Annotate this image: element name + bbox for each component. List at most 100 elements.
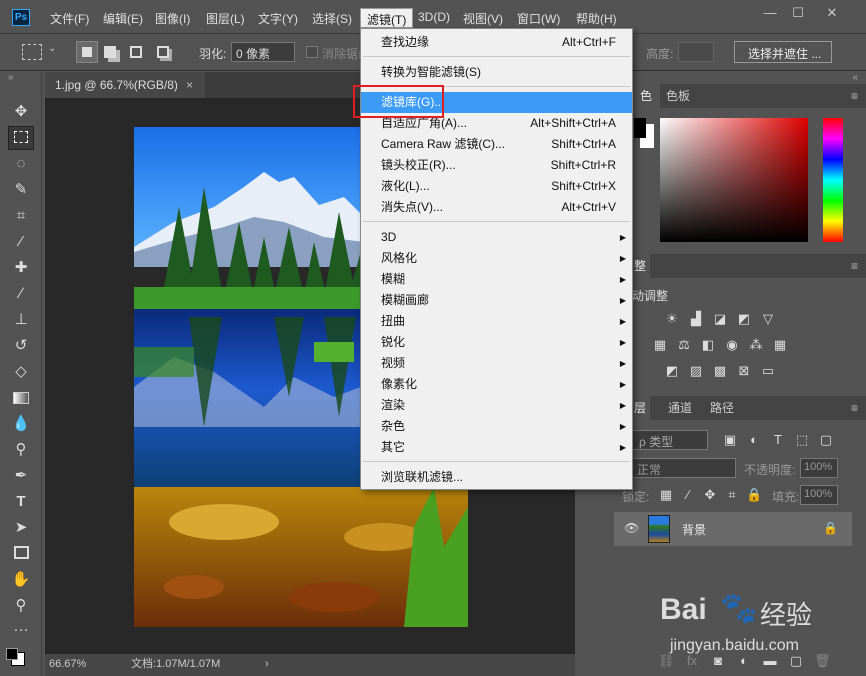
select-and-mask-button[interactable]: 选择并遮住 ... [734,41,832,63]
menu-3d[interactable]: 3D(D) [418,10,450,24]
menu-item-lens-correction[interactable]: 镜头校正(R)... Shift+Ctrl+R [361,155,632,176]
channel-mixer-icon[interactable]: ⁂ [748,338,764,352]
crop-tool-icon[interactable]: ⌗ [10,206,32,226]
menu-item-vanishing-point[interactable]: 消失点(V)... Alt+Ctrl+V [361,197,632,218]
photo-filter-icon[interactable]: ◉ [724,338,740,352]
menu-item-3d[interactable]: 3D ▶ [361,227,632,248]
menu-item-liquify[interactable]: 液化(L)... Shift+Ctrl+X [361,176,632,197]
tab-layers[interactable]: 层 [630,396,651,420]
menu-filter[interactable]: 滤镜(T) [360,8,414,28]
height-input[interactable] [678,42,714,62]
menu-item-video[interactable]: 视频 ▶ [361,353,632,374]
color-lookup-icon[interactable]: ▦ [772,338,788,352]
menu-window[interactable]: 窗口(W) [517,10,560,27]
filter-adjust-icon[interactable]: ◐ [746,433,762,447]
menu-item-sharpen[interactable]: 锐化 ▶ [361,332,632,353]
collapse-panels-icon[interactable]: « [852,72,858,83]
menu-image[interactable]: 图像(I) [155,10,190,27]
hand-tool-icon[interactable]: ✋ [10,570,32,590]
menu-item-browse-online-filters[interactable]: 浏览联机滤镜... [361,467,632,488]
visibility-eye-icon[interactable]: 👁 [624,521,639,535]
tab-paths[interactable]: 路径 [702,396,742,420]
menu-item-blur[interactable]: 模糊 ▶ [361,269,632,290]
eraser-tool-icon[interactable]: ◇ [10,362,32,382]
menu-layer[interactable]: 图层(L) [206,10,245,27]
menu-item-noise[interactable]: 杂色 ▶ [361,416,632,437]
antialias-checkbox[interactable] [306,46,318,58]
menu-file[interactable]: 文件(F) [50,10,89,27]
panel-menu-icon[interactable]: ≡ [851,396,858,420]
lock-brush-icon[interactable]: ∕ [680,488,696,502]
layer-row-background[interactable]: 👁 背景 🔒 [614,512,852,546]
eyedropper-tool-icon[interactable]: ⁄ [10,232,32,252]
new-selection-icon[interactable] [76,41,98,63]
curves-icon[interactable]: ◪ [712,312,728,326]
more-tools-icon[interactable]: ··· [10,620,32,640]
menu-item-render[interactable]: 渲染 ▶ [361,395,632,416]
blend-mode-select[interactable]: 正常 [632,458,736,478]
lasso-tool-icon[interactable]: ◌ [10,154,32,174]
add-selection-icon[interactable] [104,46,116,58]
exposure-icon[interactable]: ◩ [736,312,752,326]
selective-color-icon[interactable]: ⊠ [736,364,752,378]
lock-artboard-icon[interactable]: ⌗ [724,488,740,502]
healing-brush-tool-icon[interactable]: ✚ [10,258,32,278]
history-brush-tool-icon[interactable]: ↺ [10,336,32,356]
lock-position-icon[interactable]: ✥ [702,488,718,502]
tab-adjustments[interactable]: 整 [630,254,651,278]
zoom-tool-icon[interactable]: ⚲ [10,596,32,616]
lock-pixels-icon[interactable]: ▦ [658,488,674,502]
menu-item-convert-smart-filter[interactable]: 转换为智能滤镜(S) [361,62,632,83]
menu-item-blur-gallery[interactable]: 模糊画廊 ▶ [361,290,632,311]
close-tab-icon[interactable]: × [186,72,193,98]
filter-type-icon[interactable]: T [770,433,786,447]
feather-input[interactable]: 0 像素 [231,42,295,62]
menu-select[interactable]: 选择(S) [312,10,352,27]
color-picker-field[interactable] [660,118,808,242]
filter-shape-icon[interactable]: ⬚ [794,433,810,447]
subtract-selection-icon[interactable] [130,46,142,58]
marquee-tool-preset-icon[interactable] [22,44,42,60]
tab-swatches[interactable]: 色板 [658,84,698,108]
minimize-button[interactable]: — [758,4,782,22]
fill-input[interactable]: 100% [800,485,838,505]
menu-item-stylize[interactable]: 风格化 ▶ [361,248,632,269]
tab-color[interactable]: 色 [632,84,661,108]
status-menu-arrow[interactable]: › [265,654,269,674]
dodge-tool-icon[interactable]: ⚲ [10,440,32,460]
menu-help[interactable]: 帮助(H) [576,10,617,27]
quick-select-tool-icon[interactable]: ✎ [10,180,32,200]
pen-tool-icon[interactable]: ✒ [10,466,32,486]
rectangle-tool-icon[interactable] [14,546,29,559]
hue-slider[interactable] [823,118,843,242]
intersect-selection-icon[interactable] [157,46,169,58]
menu-type[interactable]: 文字(Y) [258,10,298,27]
restore-button[interactable]: ☐ [786,4,810,22]
fg-swatch[interactable] [634,118,646,138]
type-tool-icon[interactable]: T [10,492,32,512]
posterize-icon[interactable]: ▨ [688,364,704,378]
bw-icon[interactable]: ◧ [700,338,716,352]
menu-item-find-edges[interactable]: 查找边缘 Alt+Ctrl+F [361,32,632,53]
marquee-tool-selected[interactable] [8,126,34,150]
filter-smart-icon[interactable]: ▢ [818,433,834,447]
chevron-down-icon[interactable]: ⌄ [48,43,56,54]
panel-menu-icon[interactable]: ≡ [851,84,858,108]
brightness-icon[interactable]: ☀ [664,312,680,326]
path-selection-tool-icon[interactable]: ➤ [10,518,32,538]
blur-tool-icon[interactable]: 💧 [10,414,32,434]
gradient-tool-icon[interactable] [13,392,29,404]
menu-item-pixelate[interactable]: 像素化 ▶ [361,374,632,395]
invert-icon[interactable]: ◩ [664,364,680,378]
tab-channels[interactable]: 通道 [660,396,700,420]
lock-all-icon[interactable]: 🔒 [746,488,762,502]
color-balance-icon[interactable]: ⚖ [676,338,692,352]
close-window-button[interactable]: ✕ [820,4,844,22]
menu-view[interactable]: 视图(V) [463,10,503,27]
gradient-map-icon[interactable]: ▭ [760,364,776,378]
layer-kind-filter[interactable]: ρ 类型 [632,430,708,450]
collapse-arrows-icon[interactable]: » [8,72,14,83]
move-tool-icon[interactable]: ✥ [10,102,32,122]
filter-pixel-icon[interactable]: ▣ [722,433,738,447]
menu-item-camera-raw[interactable]: Camera Raw 滤镜(C)... Shift+Ctrl+A [361,134,632,155]
